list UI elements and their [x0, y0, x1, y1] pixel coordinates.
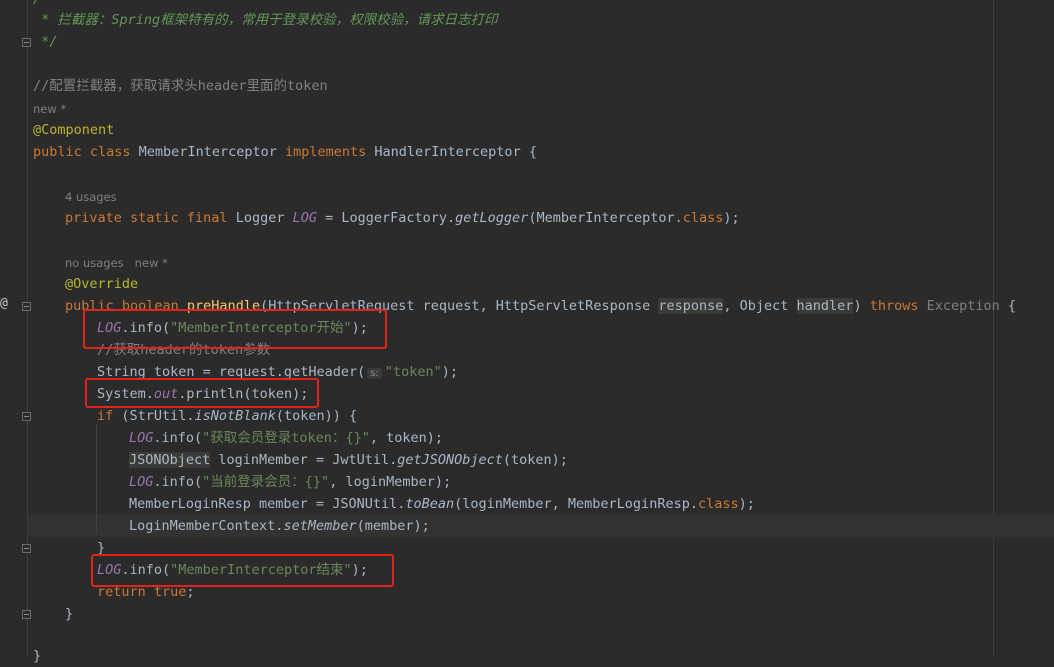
fold-marker-if-end[interactable]	[22, 544, 31, 553]
fold-marker-method-end[interactable]	[22, 610, 31, 619]
indent-guide	[96, 424, 97, 534]
fold-marker-if[interactable]	[22, 412, 31, 421]
code-line: */	[33, 34, 58, 50]
inlay-hint-usages[interactable]: 4 usages	[65, 188, 117, 206]
fold-marker-method[interactable]	[22, 302, 31, 311]
code-editor[interactable]: @ /** * 拦截器：Spring框架特有的，常用于登录校验，权限校验，请求日…	[0, 0, 1054, 664]
override-gutter-icon[interactable]: @	[0, 296, 8, 311]
code-line: JSONObject loginMember = JwtUtil.getJSON…	[129, 452, 568, 468]
inlay-hint-author[interactable]: new *	[33, 100, 66, 118]
code-line: MemberLoginResp member = JSONUtil.toBean…	[129, 496, 755, 512]
code-line: LoginMemberContext.setMember(member);	[129, 518, 430, 534]
code-line: private static final Logger LOG = Logger…	[65, 210, 740, 226]
code-line: }	[65, 606, 74, 622]
editor-gutter	[0, 0, 28, 656]
code-line: LOG.info("获取会员登录token：{}", token);	[129, 430, 443, 446]
highlight-box-log-start	[83, 309, 387, 349]
code-line: * 拦截器：Spring框架特有的，常用于登录校验，权限校验，请求日志打印	[33, 12, 498, 28]
fold-marker-doc-comment[interactable]	[22, 38, 31, 47]
code-line: public class MemberInterceptor implement…	[33, 144, 537, 160]
code-line: }	[33, 648, 42, 664]
right-margin-guide	[993, 0, 994, 656]
highlight-box-log-end	[91, 554, 394, 587]
code-line: //配置拦截器，获取请求头header里面的token	[33, 78, 328, 94]
gutter-divider	[27, 0, 28, 656]
highlight-box-println	[85, 378, 319, 408]
code-line: @Component	[33, 122, 115, 138]
parameter-name-hint: s:	[367, 368, 382, 379]
code-line: LOG.info("当前登录会员：{}", loginMember);	[129, 474, 452, 490]
inlay-hint-usages[interactable]: no usages new *	[65, 254, 168, 272]
code-line: @Override	[65, 276, 139, 292]
code-line: if (StrUtil.isNotBlank(token)) {	[97, 408, 358, 424]
